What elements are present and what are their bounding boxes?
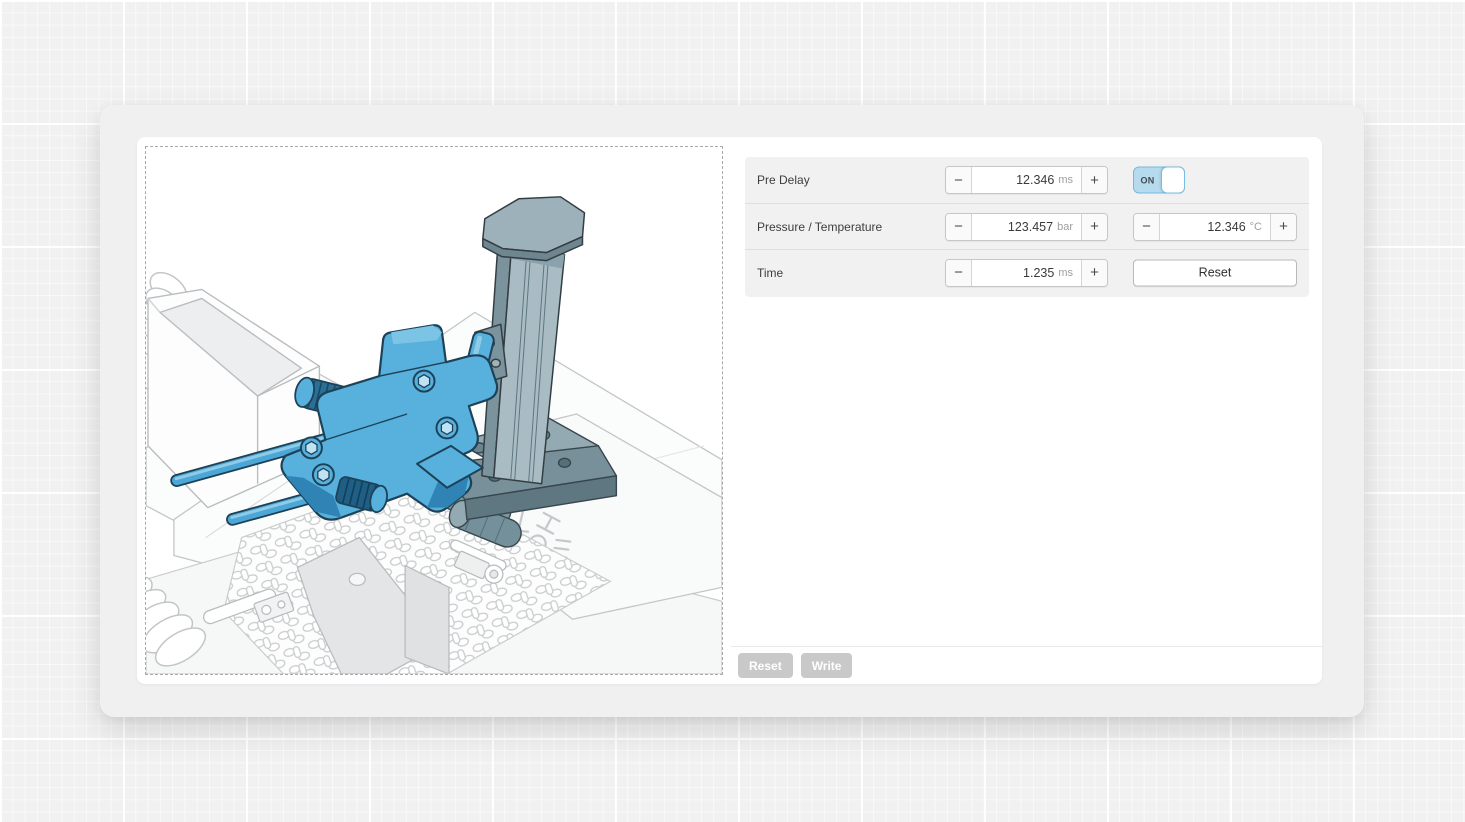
time-stepper: − 1.235 ms + [945,259,1108,287]
pre-delay-stepper: − 12.346 ms + [945,166,1108,194]
temperature-increment-button[interactable]: + [1270,214,1296,240]
write-button[interactable]: Write [801,653,853,678]
pressure-value: 123.457 [1008,220,1053,234]
row-pre-delay: Pre Delay − 12.346 ms + [745,157,1309,203]
time-value: 1.235 [1023,266,1054,280]
machine-illustration [146,147,722,674]
pre-delay-toggle-on-label: ON [1134,168,1161,193]
pressure-decrement-button[interactable]: − [946,214,972,240]
temperature-value: 12.346 [1207,220,1245,234]
temperature-unit: °C [1250,221,1262,233]
content-panel: Pre Delay − 12.346 ms + [137,137,1322,684]
pressure-increment-button[interactable]: + [1081,214,1107,240]
temperature-decrement-button[interactable]: − [1134,214,1160,240]
app-window: Pre Delay − 12.346 ms + [100,105,1364,717]
time-reset-button[interactable]: Reset [1133,259,1297,286]
time-value-field[interactable]: 1.235 ms [972,260,1081,286]
temperature-value-field[interactable]: 12.346 °C [1160,214,1270,240]
row-time: Time − 1.235 ms + Reset [745,249,1309,295]
temperature-stepper: − 12.346 °C + [1133,213,1297,241]
pre-delay-increment-button[interactable]: + [1081,167,1107,193]
time-decrement-button[interactable]: − [946,260,972,286]
pressure-stepper: − 123.457 bar + [945,213,1108,241]
action-bar: Reset Write [731,646,1322,684]
pre-delay-label: Pre Delay [757,173,810,187]
pre-delay-decrement-button[interactable]: − [946,167,972,193]
pre-delay-toggle[interactable]: ON [1133,167,1185,194]
pressure-value-field[interactable]: 123.457 bar [972,214,1081,240]
reset-button[interactable]: Reset [738,653,793,678]
parameters-panel: Pre Delay − 12.346 ms + [745,157,1309,297]
time-unit: ms [1058,267,1073,279]
parameters-pane: Pre Delay − 12.346 ms + [731,137,1322,684]
machine-illustration-pane [145,146,723,675]
pre-delay-unit: ms [1058,174,1073,186]
time-increment-button[interactable]: + [1081,260,1107,286]
time-label: Time [757,266,783,280]
pre-delay-value-field[interactable]: 12.346 ms [972,167,1081,193]
pressure-unit: bar [1057,221,1073,233]
row-pressure-temperature: Pressure / Temperature − 123.457 bar + [745,203,1309,249]
column-cap [483,197,585,261]
pre-delay-toggle-knob [1161,167,1185,194]
pre-delay-value: 12.346 [1016,173,1054,187]
pressure-temperature-label: Pressure / Temperature [757,220,882,234]
